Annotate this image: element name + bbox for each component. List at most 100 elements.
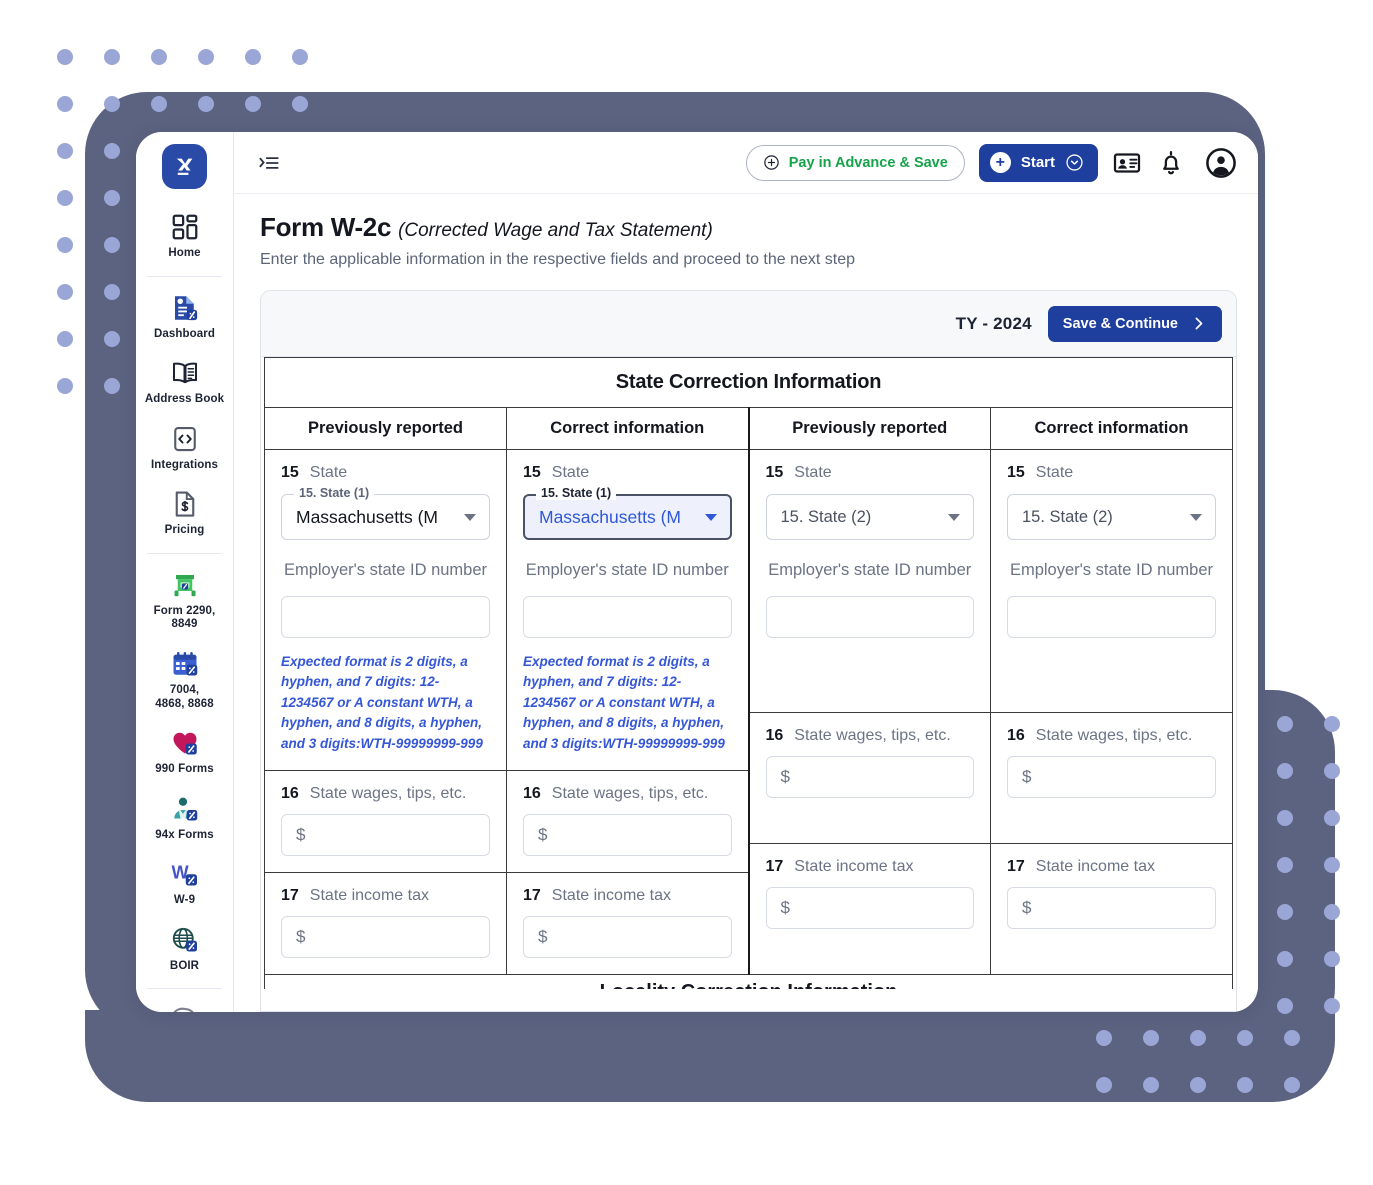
form-card-body[interactable]: State Correction Information Previously … bbox=[261, 357, 1236, 1011]
state-wages-input-prev-1[interactable]: $ bbox=[281, 814, 490, 857]
employer-state-id-input-correct-1[interactable] bbox=[523, 595, 732, 638]
globe-icon bbox=[170, 925, 200, 955]
sidebar-item-home[interactable]: Home bbox=[136, 203, 233, 269]
sidebar-item-label: Form 2290, 8849 bbox=[153, 604, 216, 631]
pay-in-advance-label: Pay in Advance & Save bbox=[788, 154, 948, 171]
sidebar-divider bbox=[146, 275, 223, 277]
sidebar-item-form-2290-8849[interactable]: Form 2290, 8849 bbox=[136, 561, 233, 640]
sidebar-item-pricing[interactable]: Pricing bbox=[136, 480, 233, 546]
hamburger-collapse-icon[interactable] bbox=[256, 150, 282, 176]
field-label-tax-c: State income tax bbox=[794, 858, 914, 876]
state-income-tax-input-correct-1[interactable]: $ bbox=[523, 916, 732, 959]
sidebar-item-integrations[interactable]: Integrations bbox=[136, 415, 233, 481]
sidebar-group-1: Dashboard Address Book Integrations Pricing bbox=[136, 284, 233, 546]
employer-state-id-input-prev-1[interactable] bbox=[281, 595, 490, 638]
sidebar-group-2: Form 2290, 8849 7004, 4868, 8868 990 Forms… bbox=[136, 561, 233, 982]
employer-id-label-correct-1: Employer's state ID number bbox=[525, 561, 729, 579]
field-number-16-b: 16 bbox=[523, 785, 541, 803]
app-window: Home Dashboard Address Book Integrations Pri… bbox=[136, 132, 1258, 1012]
calendar-icon bbox=[170, 649, 200, 679]
sidebar-item-990-forms[interactable]: 990 Forms bbox=[136, 719, 233, 785]
cell-state-prev-1: 15 State 15. State (1) Massachusetts (M bbox=[265, 450, 506, 770]
state-select-prev-1[interactable]: Massachusetts (M bbox=[281, 494, 490, 540]
field-label-wages-a: State wages, tips, etc. bbox=[309, 785, 467, 803]
cell-wages-prev-1: 16 State wages, tips, etc. $ bbox=[265, 771, 506, 872]
state-income-tax-input-prev-1[interactable]: $ bbox=[281, 916, 490, 959]
state-select-prev-2[interactable]: 15. State (2) bbox=[765, 494, 974, 540]
field-number-17-d: 17 bbox=[1007, 858, 1025, 876]
state-wages-placeholder-correct-2: $ bbox=[1022, 767, 1032, 787]
employer-id-hint-correct-1: Expected format is 2 digits, a hyphen, a… bbox=[523, 653, 725, 751]
field-number-15-d: 15 bbox=[1007, 464, 1025, 481]
page-title: Form W-2c (Corrected Wage and Tax Statem… bbox=[260, 212, 1258, 243]
state-wages-input-correct-1[interactable]: $ bbox=[523, 814, 732, 857]
sidebar-item-7004-4868-8868[interactable]: 7004, 4868, 8868 bbox=[136, 640, 233, 719]
state-select-correct-2-value: 15. State (2) bbox=[1022, 507, 1113, 526]
column-header-prev-2: Previously reported bbox=[792, 419, 948, 437]
form-card-header: TY - 2024 Save & Continue bbox=[261, 291, 1236, 357]
field-number-15-c: 15 bbox=[765, 464, 784, 481]
field-label-wages-c: State wages, tips, etc. bbox=[794, 727, 951, 745]
user-account-icon[interactable] bbox=[1204, 146, 1238, 180]
cell-state-correct-1: 15 State 15. State (1) Massachusetts (M bbox=[507, 450, 748, 770]
state-income-tax-input-prev-2[interactable]: $ bbox=[765, 887, 974, 930]
app-logo[interactable] bbox=[162, 144, 207, 189]
save-and-continue-button[interactable]: Save & Continue bbox=[1047, 305, 1222, 342]
plus-icon: + bbox=[989, 152, 1011, 173]
truck-icon bbox=[170, 570, 200, 600]
pay-in-advance-button[interactable]: Pay in Advance & Save bbox=[745, 144, 965, 181]
column-header-correct-1: Correct information bbox=[550, 419, 705, 437]
field-number-15-a: 15 bbox=[281, 464, 299, 481]
field-label-state-c: State bbox=[794, 464, 832, 481]
state-wages-placeholder-correct-1: $ bbox=[538, 825, 548, 845]
chevron-right-icon bbox=[1190, 315, 1207, 332]
contact-card-icon[interactable] bbox=[1112, 148, 1142, 178]
employer-state-id-input-prev-2[interactable] bbox=[765, 595, 974, 638]
sidebar-divider bbox=[146, 988, 223, 990]
sidebar-item-support[interactable]: Support bbox=[136, 996, 233, 1012]
question-bubble-icon bbox=[170, 1005, 200, 1012]
field-number-16-a: 16 bbox=[281, 785, 299, 803]
state-select-correct-1[interactable]: Massachusetts (M bbox=[523, 494, 732, 540]
sidebar-item-label: 94x Forms bbox=[155, 828, 214, 841]
page-header: Form W-2c (Corrected Wage and Tax Statem… bbox=[234, 194, 1258, 269]
sidebar-item-94x-forms[interactable]: 94x Forms bbox=[136, 785, 233, 851]
next-section-title: Locality Correction Information bbox=[265, 975, 1232, 989]
state-correction-table: State Correction Information Previously … bbox=[264, 357, 1233, 990]
state-select-prev-1-value: Massachusetts (M bbox=[296, 506, 438, 527]
cell-state-prev-2: 15 State 15. State (2) Employer's state … bbox=[748, 448, 991, 714]
bell-icon[interactable] bbox=[1156, 148, 1186, 178]
table-body-row: 15 State 15. State (1) Massachusetts (M bbox=[264, 448, 1233, 976]
employer-id-hint-prev-1: Expected format is 2 digits, a hyphen, a… bbox=[281, 653, 483, 751]
page-subtitle: Enter the applicable information in the … bbox=[260, 251, 856, 268]
sidebar-group-0: Home bbox=[136, 203, 233, 269]
field-number-16-c: 16 bbox=[765, 727, 784, 745]
cell-wages-correct-2: 16 State wages, tips, etc. $ bbox=[990, 712, 1233, 845]
dashboard-grid-icon bbox=[170, 212, 200, 242]
state-select-correct-2[interactable]: 15. State (2) bbox=[1007, 494, 1216, 540]
table-column-header-row: Previously reported Correct information … bbox=[264, 407, 1233, 450]
decorative-dot bbox=[57, 378, 73, 394]
cell-tax-correct-1: 17 State income tax $ bbox=[507, 873, 748, 974]
sidebar-item-boir[interactable]: BOIR bbox=[136, 916, 233, 982]
employer-state-id-input-correct-2[interactable] bbox=[1007, 595, 1216, 638]
decorative-dot bbox=[57, 96, 73, 112]
cell-tax-prev-1: 17 State income tax $ bbox=[265, 873, 506, 974]
decorative-dot bbox=[292, 49, 308, 65]
sidebar-item-label: 7004, 4868, 8868 bbox=[155, 683, 214, 710]
sidebar-item-address-book[interactable]: Address Book bbox=[136, 349, 233, 415]
person-badge-icon bbox=[170, 794, 200, 824]
sidebar-item-label: W-9 bbox=[173, 894, 196, 907]
start-button[interactable]: + Start bbox=[978, 143, 1098, 182]
state-income-tax-input-correct-2[interactable]: $ bbox=[1007, 887, 1216, 930]
sidebar-item-w-9[interactable]: W W-9 bbox=[136, 850, 233, 916]
address-book-icon bbox=[170, 358, 200, 388]
sidebar-item-label: BOIR bbox=[169, 959, 200, 972]
page-title-suffix: (Corrected Wage and Tax Statement) bbox=[398, 220, 713, 241]
state-wages-input-prev-2[interactable]: $ bbox=[765, 756, 974, 799]
decorative-dot bbox=[151, 49, 167, 65]
sidebar-item-dashboard[interactable]: Dashboard bbox=[136, 284, 233, 350]
state-wages-input-correct-2[interactable]: $ bbox=[1007, 756, 1216, 799]
decorative-dot bbox=[198, 49, 214, 65]
screenshot-stage: Home Dashboard Address Book Integrations Pri… bbox=[0, 0, 1373, 1185]
